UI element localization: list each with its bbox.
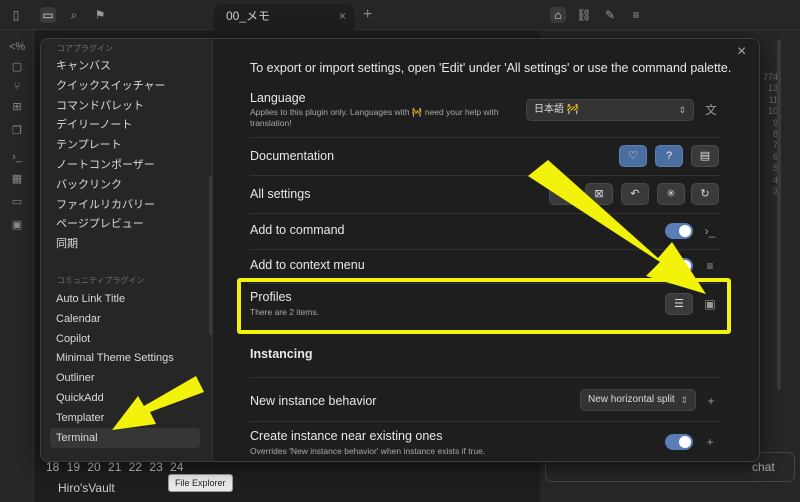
arrow-to-profiles xyxy=(528,160,706,294)
arrow-to-terminal xyxy=(112,376,204,430)
annotation-arrows xyxy=(112,160,706,430)
